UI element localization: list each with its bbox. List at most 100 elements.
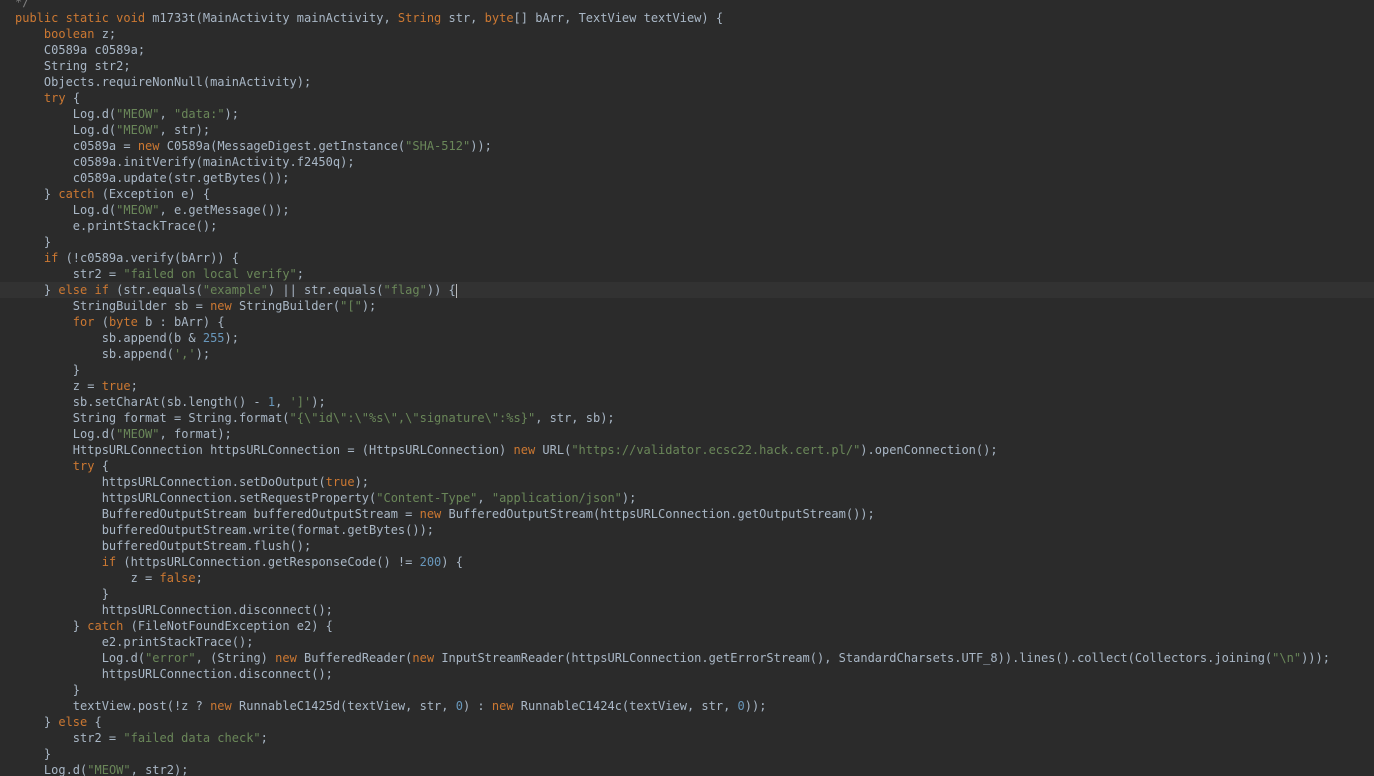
code-line[interactable]: if (!c0589a.verify(bArr)) { (15, 250, 1374, 266)
code-token: String (397, 11, 442, 25)
code-line[interactable]: try { (15, 90, 1374, 106)
code-token: z; (94, 27, 117, 41)
code-lines[interactable]: */public static void m1733t(MainActivity… (0, 0, 1374, 776)
code-line[interactable]: c0589a.initVerify(mainActivity.f2450q); (15, 154, 1374, 170)
code-token: ); (224, 107, 239, 121)
code-line[interactable]: httpsURLConnection.setRequestProperty("C… (15, 490, 1374, 506)
code-line[interactable]: } else { (15, 714, 1374, 730)
code-token: (!c0589a.verify(bArr)) { (58, 251, 239, 265)
code-token: } (72, 619, 88, 633)
code-line[interactable]: } catch (FileNotFoundException e2) { (15, 618, 1374, 634)
code-token: RunnableC1425d(textView, str, (231, 699, 456, 713)
code-token: httpsURLConnection.setDoOutput( (101, 475, 326, 489)
code-token: (Exception e) { (94, 187, 211, 201)
code-token: "failed on local verify" (123, 267, 297, 281)
code-line[interactable]: sb.append(','); (15, 346, 1374, 362)
code-token: c0589a.update(str.getBytes()); (72, 171, 290, 185)
code-token: (httpsURLConnection.getResponseCode() != (116, 555, 420, 569)
code-line[interactable]: bufferedOutputStream.write(format.getByt… (15, 522, 1374, 538)
code-line[interactable]: } (15, 682, 1374, 698)
code-token: , (275, 395, 290, 409)
code-token: BufferedOutputStream(httpsURLConnection.… (441, 507, 875, 521)
code-token: if (43, 251, 59, 265)
code-token: StringBuilder sb = (72, 299, 211, 313)
code-editor[interactable]: */public static void m1733t(MainActivity… (0, 0, 1374, 776)
code-token: Objects.requireNonNull(mainActivity); (43, 75, 312, 89)
code-line[interactable]: Objects.requireNonNull(mainActivity); (15, 74, 1374, 90)
code-token: InputStreamReader(httpsURLConnection.get… (434, 651, 1273, 665)
code-line[interactable]: } (15, 746, 1374, 762)
code-line[interactable]: HttpsURLConnection httpsURLConnection = … (15, 442, 1374, 458)
code-line[interactable]: z = false; (15, 570, 1374, 586)
code-token: boolean (43, 27, 95, 41)
code-line[interactable]: str2 = "failed on local verify"; (15, 266, 1374, 282)
code-line[interactable]: str2 = "failed data check"; (15, 730, 1374, 746)
code-line[interactable]: textView.post(!z ? new RunnableC1425d(te… (15, 698, 1374, 714)
code-token: ',' (173, 347, 196, 361)
code-token: z = (72, 379, 102, 393)
code-line[interactable]: } (15, 586, 1374, 602)
code-line[interactable]: boolean z; (15, 26, 1374, 42)
code-line[interactable]: String str2; (15, 58, 1374, 74)
code-token: } (43, 747, 52, 761)
code-line[interactable]: } (15, 234, 1374, 250)
code-line[interactable]: public static void m1733t(MainActivity m… (15, 10, 1374, 26)
code-line[interactable]: bufferedOutputStream.flush(); (15, 538, 1374, 554)
code-token: )); (744, 699, 767, 713)
code-line[interactable]: } (15, 362, 1374, 378)
code-line[interactable]: String format = String.format("{\"id\":\… (15, 410, 1374, 426)
code-line[interactable]: BufferedOutputStream bufferedOutputStrea… (15, 506, 1374, 522)
code-line[interactable]: httpsURLConnection.disconnect(); (15, 666, 1374, 682)
code-line[interactable]: Log.d("MEOW", e.getMessage()); (15, 202, 1374, 218)
code-token: bufferedOutputStream.write(format.getByt… (101, 523, 435, 537)
code-token: sb.append( (101, 347, 174, 361)
code-token: for (72, 315, 95, 329)
code-line[interactable]: Log.d("MEOW", str2); (15, 762, 1374, 776)
code-line[interactable]: C0589a c0589a; (15, 42, 1374, 58)
code-line[interactable]: z = true; (15, 378, 1374, 394)
code-line[interactable]: c0589a = new C0589a(MessageDigest.getIns… (15, 138, 1374, 154)
code-token: { (65, 91, 81, 105)
code-token: Log.d( (72, 203, 117, 217)
code-token: ).openConnection(); (860, 443, 998, 457)
code-token: else (58, 715, 88, 729)
code-token: } (101, 587, 109, 601)
code-line[interactable]: c0589a.update(str.getBytes()); (15, 170, 1374, 186)
code-line[interactable]: Log.d("MEOW", str); (15, 122, 1374, 138)
code-line[interactable]: Log.d("MEOW", format); (15, 426, 1374, 442)
code-line[interactable]: e2.printStackTrace(); (15, 634, 1374, 650)
code-line[interactable]: Log.d("error", (String) new BufferedRead… (15, 650, 1374, 666)
code-line[interactable]: if (httpsURLConnection.getResponseCode()… (15, 554, 1374, 570)
code-line[interactable]: } catch (Exception e) { (15, 186, 1374, 202)
code-line[interactable]: */ (15, 0, 1374, 10)
code-token: C0589a(MessageDigest.getInstance( (159, 139, 406, 153)
code-line[interactable]: sb.setCharAt(sb.length() - 1, ']'); (15, 394, 1374, 410)
code-token: "SHA-512" (405, 139, 471, 153)
code-token: ; (260, 731, 268, 745)
code-line[interactable]: sb.append(b & 255); (15, 330, 1374, 346)
code-token: if (101, 555, 117, 569)
code-token: )); (470, 139, 492, 153)
code-line[interactable]: httpsURLConnection.setDoOutput(true); (15, 474, 1374, 490)
code-token: str2 = (72, 267, 124, 281)
code-line[interactable]: for (byte b : bArr) { (15, 314, 1374, 330)
code-line[interactable]: StringBuilder sb = new StringBuilder("["… (15, 298, 1374, 314)
code-line[interactable]: e.printStackTrace(); (15, 218, 1374, 234)
code-token: } (43, 283, 59, 297)
code-token: [] bArr, TextView textView) { (513, 11, 724, 25)
code-line[interactable]: Log.d("MEOW", "data:"); (15, 106, 1374, 122)
code-line-current[interactable]: } else if (str.equals("example") || str.… (0, 282, 1374, 298)
code-token: "MEOW" (116, 203, 160, 217)
code-token: (FileNotFoundException e2) { (123, 619, 333, 633)
code-line[interactable]: try { (15, 458, 1374, 474)
code-line[interactable]: httpsURLConnection.disconnect(); (15, 602, 1374, 618)
